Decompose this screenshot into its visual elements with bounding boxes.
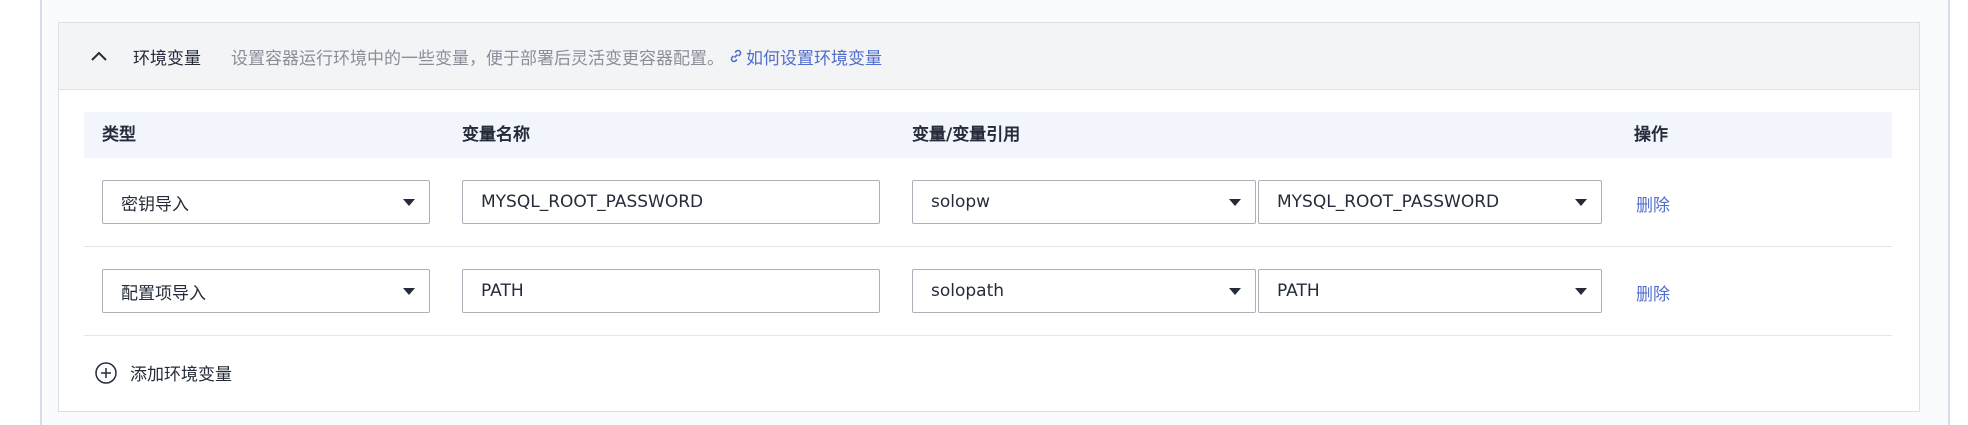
help-link-label[interactable]: 如何设置环境变量 [746, 44, 882, 69]
section-title: 环境变量 [133, 48, 201, 69]
ref-key-select[interactable]: MYSQL_ROOT_PASSWORD [1258, 180, 1602, 224]
ref-key-select[interactable]: PATH [1258, 269, 1602, 313]
ref-source-value: solopath [931, 281, 1005, 301]
ref-source-value: solopw [931, 192, 991, 212]
caret-down-icon [1229, 288, 1241, 295]
chevron-up-icon[interactable] [85, 42, 113, 70]
link-icon [730, 49, 742, 63]
help-link[interactable]: 如何设置环境变量 [728, 44, 882, 69]
type-select-value: 配置项导入 [121, 283, 206, 304]
type-select[interactable]: 配置项导入 [102, 269, 430, 313]
caret-down-icon [1575, 199, 1587, 206]
table-header: 类型 变量名称 变量/变量引用 操作 [84, 112, 1892, 158]
add-circle-icon [95, 361, 117, 384]
table-row: 配置项导入 PATH solopath PATH 删除 [84, 247, 1892, 336]
delete-button[interactable]: 删除 [1636, 280, 1670, 305]
column-header-value: 变量/变量引用 [912, 125, 1021, 145]
add-variable-button[interactable]: 添加环境变量 [94, 360, 232, 385]
caret-down-icon [403, 199, 415, 206]
variable-name-value: PATH [481, 281, 524, 301]
ref-key-value: PATH [1277, 281, 1320, 301]
section-description: 设置容器运行环境中的一些变量，便于部署后灵活变更容器配置。 [231, 48, 724, 69]
ref-key-value: MYSQL_ROOT_PASSWORD [1277, 192, 1500, 212]
column-header-name: 变量名称 [462, 125, 530, 145]
ref-source-select[interactable]: solopw [912, 180, 1256, 224]
caret-down-icon [1229, 199, 1241, 206]
variable-name-input[interactable]: MYSQL_ROOT_PASSWORD [462, 180, 880, 224]
panel-header: 环境变量 设置容器运行环境中的一些变量，便于部署后灵活变更容器配置。 如何设置环… [59, 23, 1919, 90]
add-variable-label[interactable]: 添加环境变量 [130, 360, 232, 385]
delete-button[interactable]: 删除 [1636, 191, 1670, 216]
env-variable-table: 类型 变量名称 变量/变量引用 操作 密钥导入 MYSQL_ROOT_PASSW… [84, 112, 1892, 336]
caret-down-icon [1575, 288, 1587, 295]
ref-source-select[interactable]: solopath [912, 269, 1256, 313]
variable-name-input[interactable]: PATH [462, 269, 880, 313]
variable-name-value: MYSQL_ROOT_PASSWORD [481, 192, 704, 212]
column-header-action: 操作 [1634, 125, 1668, 145]
type-select[interactable]: 密钥导入 [102, 180, 430, 224]
column-header-type: 类型 [102, 125, 136, 145]
table-row: 密钥导入 MYSQL_ROOT_PASSWORD solopw MYSQL_RO… [84, 158, 1892, 247]
type-select-value: 密钥导入 [121, 194, 189, 215]
caret-down-icon [403, 288, 415, 295]
